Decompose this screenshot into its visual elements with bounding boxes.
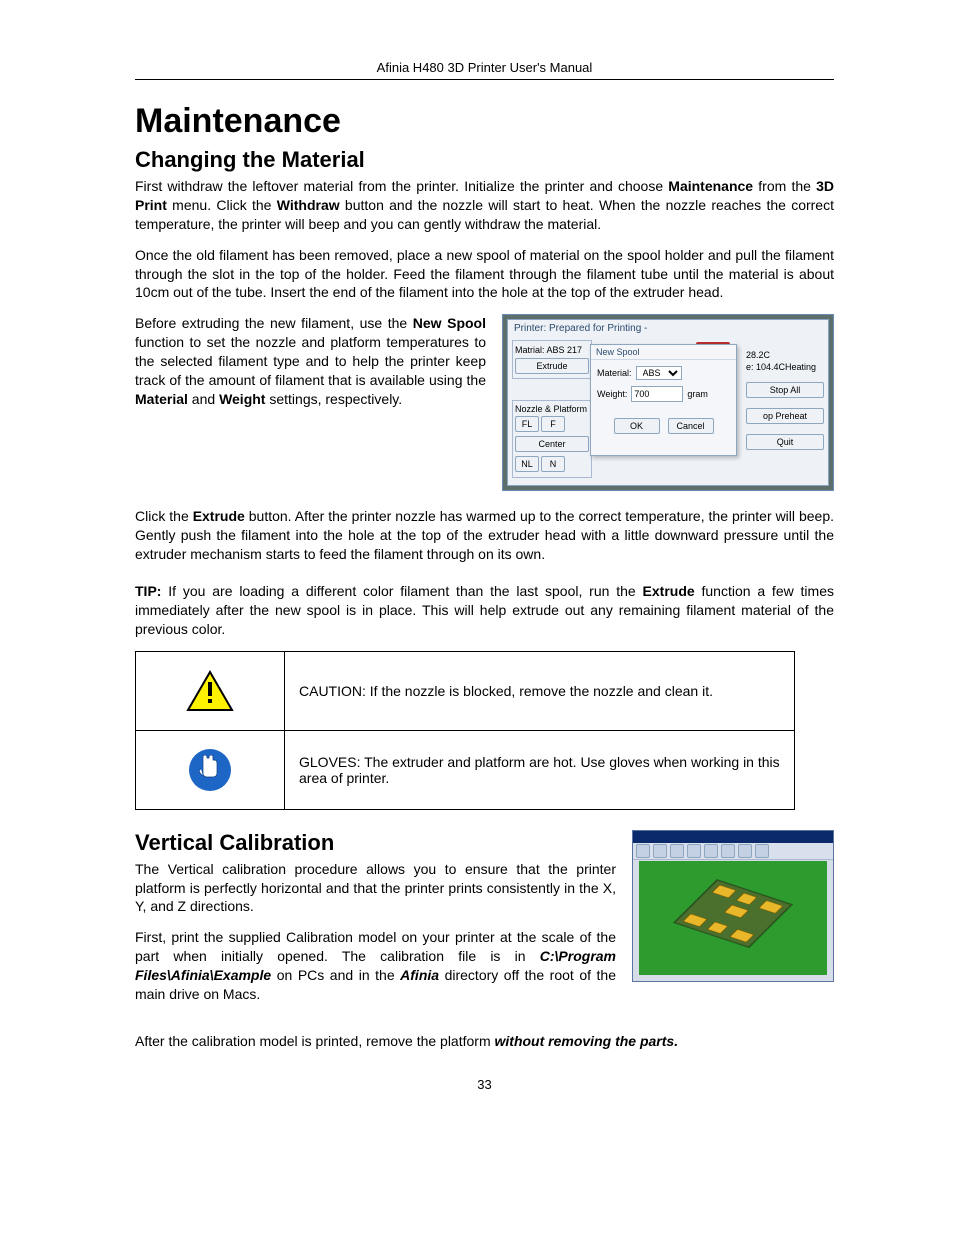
center-button[interactable]: Center	[515, 436, 589, 452]
gloves-icon	[189, 749, 231, 791]
warning-table: CAUTION: If the nozzle is blocked, remov…	[135, 651, 795, 810]
running-header: Afinia H480 3D Printer User's Manual	[135, 60, 834, 75]
para-tip: TIP: If you are loading a different colo…	[135, 582, 834, 639]
dialog-status-column: 28.2C e: 104.4CHeating Stop All op Prehe…	[740, 350, 824, 452]
warning-triangle-icon	[186, 670, 234, 712]
app-toolbar	[633, 843, 833, 860]
section-vertical-calibration-title: Vertical Calibration	[135, 830, 616, 856]
nozzle-platform-group: Nozzle & Platform FL F Center NL N	[512, 400, 592, 478]
page-title: Maintenance	[135, 102, 834, 141]
ok-button[interactable]: OK	[614, 418, 660, 434]
weight-unit: gram	[687, 389, 708, 399]
nozzle-platform-label: Nozzle & Platform	[515, 404, 589, 414]
preheat-button[interactable]: op Preheat	[746, 408, 824, 424]
page-number: 33	[135, 1077, 834, 1092]
material-select[interactable]: ABS	[636, 366, 682, 380]
toolbar-icon[interactable]	[653, 844, 667, 858]
fr-button[interactable]: F	[541, 416, 565, 432]
nl-button[interactable]: NL	[515, 456, 539, 472]
material-field-label: Material:	[597, 368, 632, 378]
cancel-button[interactable]: Cancel	[668, 418, 714, 434]
quit-button[interactable]: Quit	[746, 434, 824, 450]
app-titlebar	[633, 831, 833, 843]
viewport-3d[interactable]	[639, 861, 827, 975]
toolbar-icon[interactable]	[670, 844, 684, 858]
popup-title: New Spool	[591, 345, 736, 360]
fl-button[interactable]: FL	[515, 416, 539, 432]
header-rule	[135, 79, 834, 80]
material-group: Matrial: ABS 217 Extrude	[512, 340, 592, 379]
document-page: Afinia H480 3D Printer User's Manual Mai…	[0, 0, 954, 1152]
dialog-title: Printer: Prepared for Printing -	[514, 323, 647, 334]
caution-icon-cell	[136, 651, 285, 730]
toolbar-icon[interactable]	[687, 844, 701, 858]
caution-text: CAUTION: If the nozzle is blocked, remov…	[285, 651, 795, 730]
para-withdraw: First withdraw the leftover material fro…	[135, 177, 834, 234]
extrude-button[interactable]: Extrude	[515, 358, 589, 374]
toolbar-icon[interactable]	[721, 844, 735, 858]
para-vertcal-file: First, print the supplied Calibration mo…	[135, 928, 616, 1004]
weight-input[interactable]	[631, 386, 683, 402]
maintenance-dialog-screenshot: Printer: Prepared for Printing - X Matri…	[502, 314, 834, 491]
toolbar-icon[interactable]	[636, 844, 650, 858]
nr-button[interactable]: N	[541, 456, 565, 472]
para-vertcal-remove: After the calibration model is printed, …	[135, 1032, 834, 1051]
para-new-spool-function: Before extruding the new filament, use t…	[135, 314, 486, 408]
stop-all-button[interactable]: Stop All	[746, 382, 824, 398]
gloves-icon-cell	[136, 730, 285, 809]
calibration-screenshot	[632, 830, 834, 982]
temp-platform: e: 104.4CHeating	[746, 362, 824, 372]
toolbar-icon[interactable]	[738, 844, 752, 858]
new-spool-popup: New Spool Material: ABS Weight: gram OK …	[590, 344, 737, 456]
material-label: Matrial: ABS 217	[515, 345, 589, 355]
gloves-text: GLOVES: The extruder and platform are ho…	[285, 730, 795, 809]
toolbar-icon[interactable]	[755, 844, 769, 858]
tip-label: TIP:	[135, 583, 161, 599]
temp-nozzle: 28.2C	[746, 350, 824, 360]
para-vertcal-intro: The Vertical calibration procedure allow…	[135, 860, 616, 917]
weight-field-label: Weight:	[597, 389, 627, 399]
section-changing-material-title: Changing the Material	[135, 147, 834, 173]
toolbar-icon[interactable]	[704, 844, 718, 858]
para-new-spool-physical: Once the old filament has been removed, …	[135, 246, 834, 303]
para-extrude: Click the Extrude button. After the prin…	[135, 507, 834, 564]
